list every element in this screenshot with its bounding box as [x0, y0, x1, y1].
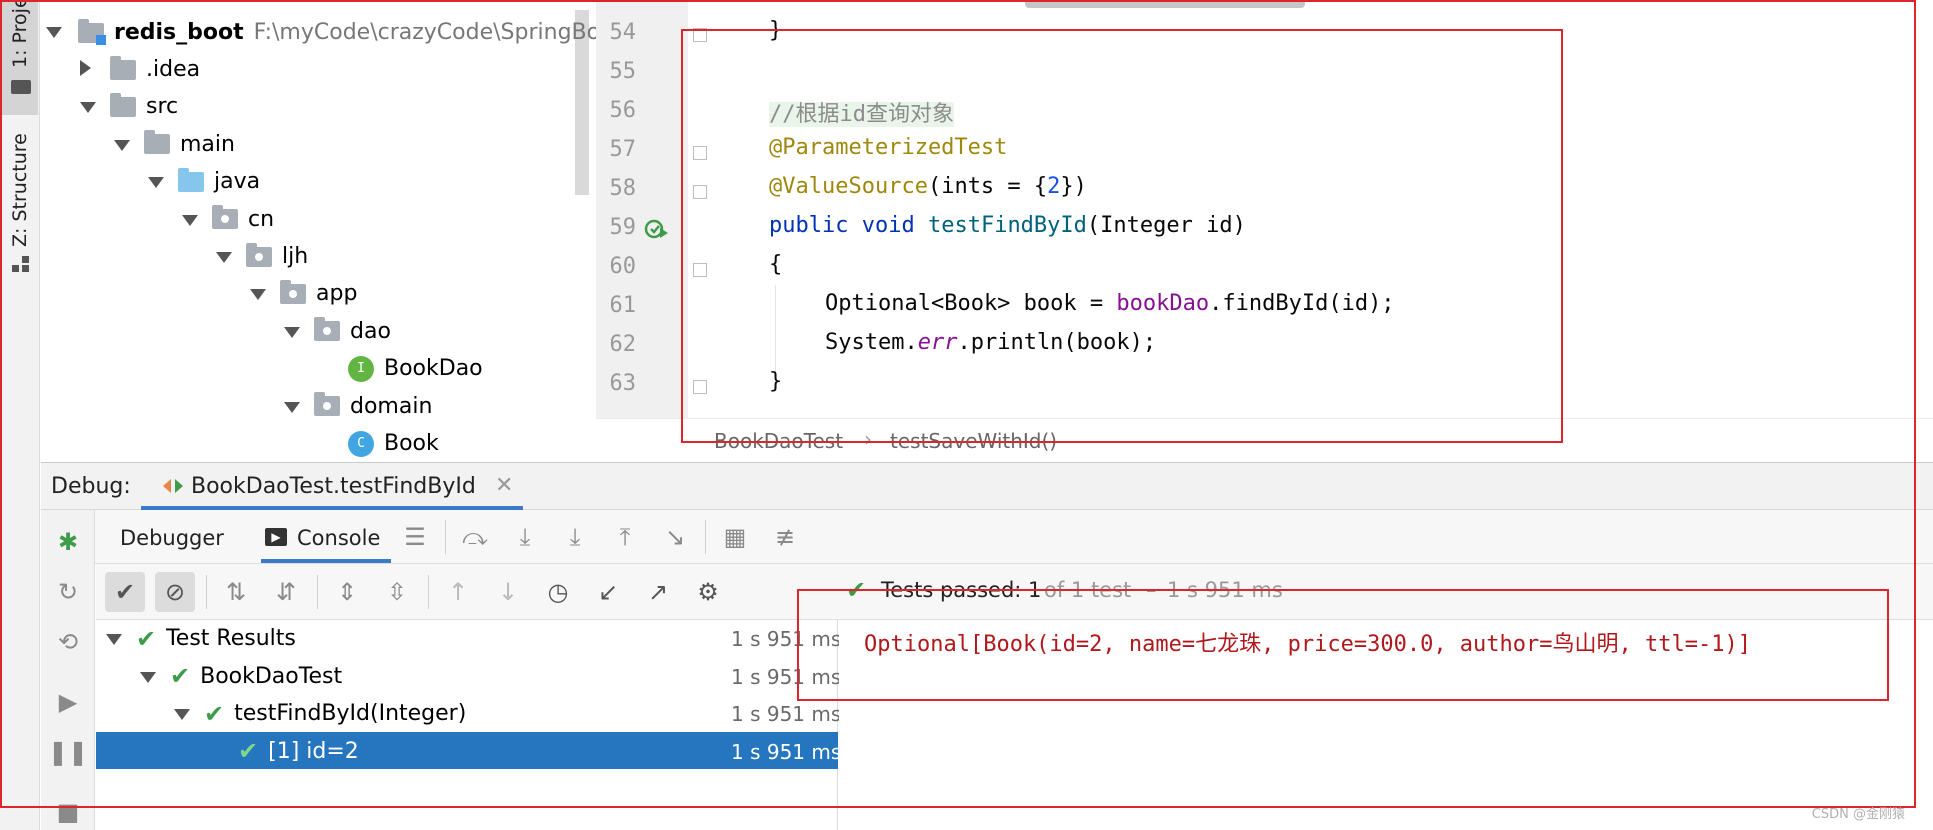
output-highlight-box	[797, 589, 1889, 701]
code-highlight-box	[681, 29, 1563, 443]
watermark: CSDN @金刚猿	[1811, 807, 1905, 822]
